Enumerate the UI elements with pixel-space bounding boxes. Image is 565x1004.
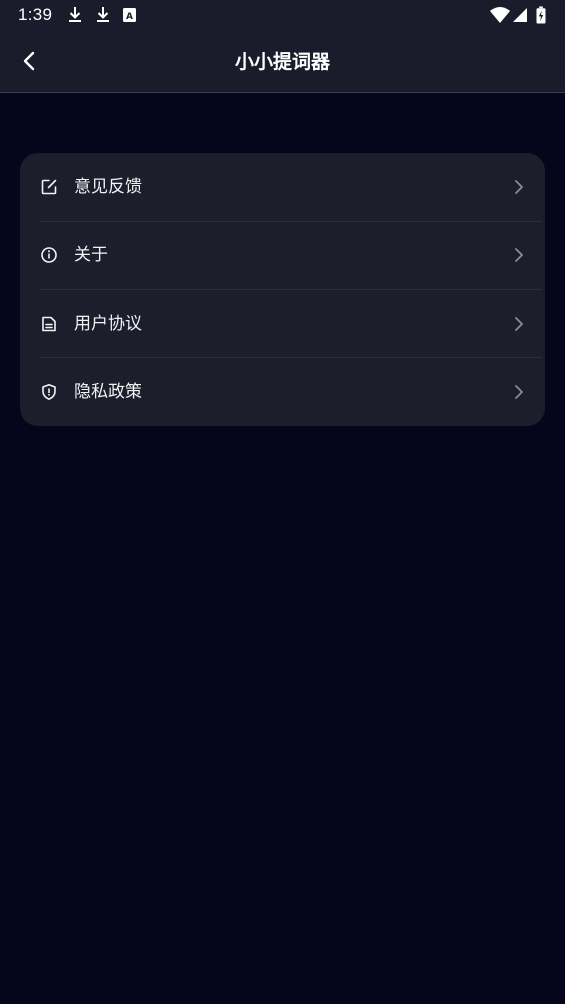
status-bar: 1:39 A bbox=[0, 0, 565, 32]
menu-item-feedback[interactable]: 意见反馈 bbox=[20, 153, 545, 221]
info-icon bbox=[41, 247, 57, 263]
menu-item-label: 意见反馈 bbox=[74, 177, 142, 197]
page-title: 小小提词器 bbox=[234, 51, 330, 73]
text-badge-letter: A bbox=[126, 12, 133, 22]
nav-bar: 小小提词器 bbox=[0, 32, 565, 90]
wifi-icon bbox=[490, 7, 510, 23]
menu-item-label: 用户协议 bbox=[74, 314, 142, 334]
menu-item-about[interactable]: 关于 bbox=[20, 221, 545, 289]
menu-item-label: 隐私政策 bbox=[74, 382, 142, 402]
menu-item-privacy-policy[interactable]: 隐私政策 bbox=[20, 358, 545, 426]
download-icon bbox=[97, 7, 109, 22]
menu-item-label: 关于 bbox=[74, 245, 108, 265]
chevron-right-icon bbox=[515, 180, 523, 194]
chevron-right-icon bbox=[515, 248, 523, 262]
settings-menu-card: 意见反馈 关于 用户协议 隐私政策 bbox=[20, 153, 545, 426]
text-badge-icon: A bbox=[123, 8, 136, 22]
status-time: 1:39 bbox=[18, 5, 53, 24]
signal-icon bbox=[513, 8, 527, 22]
menu-item-user-agreement[interactable]: 用户协议 bbox=[20, 290, 545, 358]
chevron-right-icon bbox=[515, 317, 523, 331]
top-bar: 1:39 A 小小提词器 bbox=[0, 0, 565, 93]
download-icon bbox=[69, 7, 81, 22]
shield-icon bbox=[42, 384, 56, 400]
battery-charging-icon bbox=[536, 6, 546, 24]
document-icon bbox=[42, 316, 56, 332]
chevron-right-icon bbox=[515, 385, 523, 399]
edit-icon bbox=[41, 179, 57, 195]
